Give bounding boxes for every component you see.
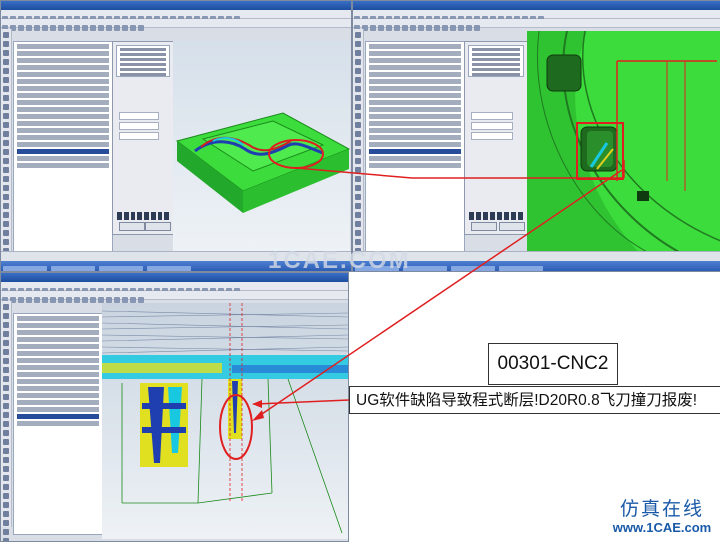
annotation-arrows bbox=[252, 160, 625, 421]
arrow-icon bbox=[252, 400, 262, 408]
arrow-icon bbox=[255, 399, 350, 405]
brand-url: www.1CAE.com bbox=[612, 520, 712, 535]
arrow-icon bbox=[255, 169, 623, 419]
brand-name: 仿真在线 bbox=[619, 498, 704, 520]
arrow-icon bbox=[252, 410, 264, 421]
connector-line bbox=[295, 167, 413, 179]
brand-logo: 仿真在线 www.1CAE.com bbox=[608, 498, 716, 538]
